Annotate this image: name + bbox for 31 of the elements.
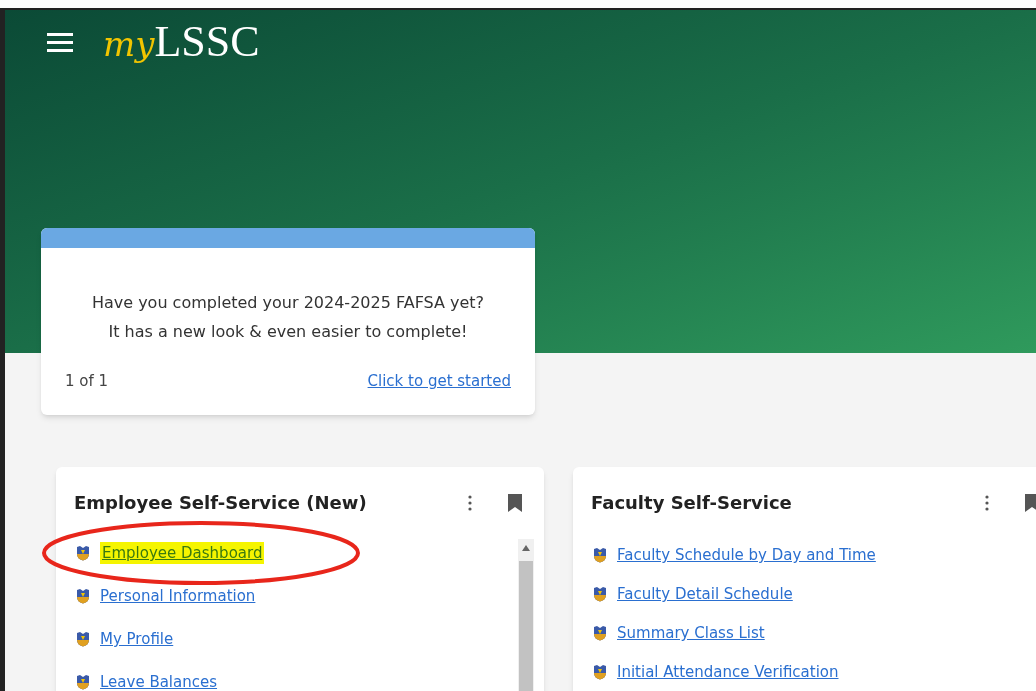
card-title: Employee Self-Service (New) <box>74 491 367 515</box>
nav-link[interactable]: Personal Information <box>100 585 256 607</box>
shield-icon <box>76 588 90 604</box>
nav-link[interactable]: Faculty Schedule by Day and Time <box>617 544 876 566</box>
nav-link[interactable]: Initial Attendance Verification <box>617 661 839 683</box>
scroll-up-icon[interactable] <box>522 545 530 551</box>
bookmark-icon[interactable] <box>508 493 522 512</box>
shield-icon <box>76 674 90 690</box>
logo-text: LSSC <box>154 20 260 64</box>
shield-icon <box>593 625 607 641</box>
pager-text: 1 of 1 <box>65 371 109 392</box>
bookmark-icon[interactable] <box>1025 493 1036 512</box>
nav-link[interactable]: Leave Balances <box>100 671 218 691</box>
nav-link[interactable]: My Profile <box>100 628 174 650</box>
card-title: Faculty Self-Service <box>591 491 792 515</box>
shield-icon <box>76 631 90 647</box>
get-started-link[interactable]: Click to get started <box>367 370 511 393</box>
menu-icon[interactable] <box>47 32 73 52</box>
shield-icon <box>593 586 607 602</box>
shield-icon <box>76 545 90 561</box>
scrollbar[interactable] <box>518 539 534 691</box>
logo-script-text: my <box>103 27 155 61</box>
logo[interactable]: myLSSC <box>103 20 260 64</box>
more-options-icon[interactable] <box>468 494 472 511</box>
nav-link[interactable]: Employee Dashboard <box>100 542 265 564</box>
more-options-icon[interactable] <box>985 494 989 511</box>
nav-link[interactable]: Summary Class List <box>617 622 765 644</box>
shield-icon <box>593 547 607 563</box>
nav-link[interactable]: Faculty Detail Schedule <box>617 583 793 605</box>
shield-icon <box>593 664 607 680</box>
announcement-text: Have you completed your 2024-2025 FAFSA yet? It has a new look & even easier to complete! <box>90 292 486 343</box>
